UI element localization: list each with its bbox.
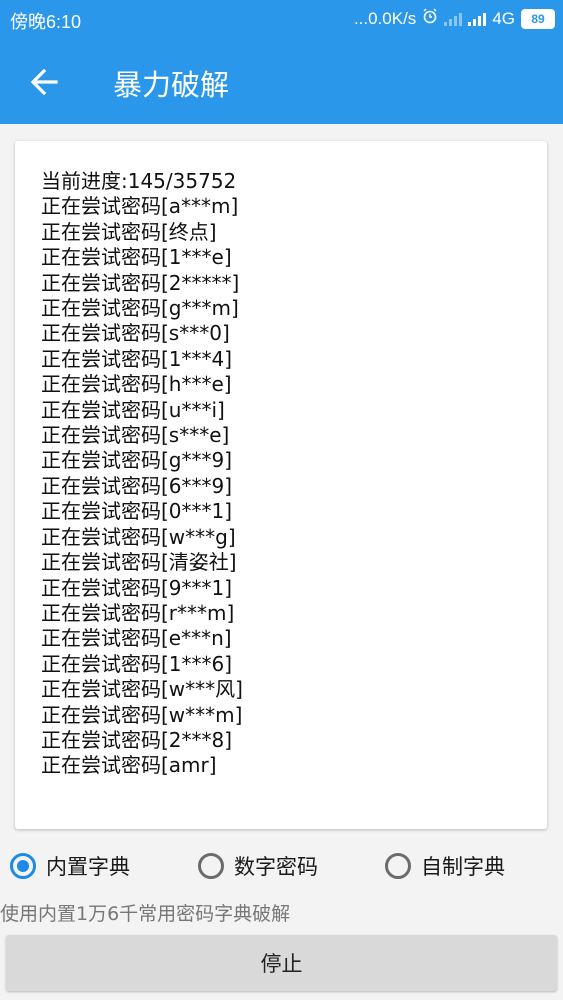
battery-icon: 89 — [521, 8, 555, 29]
signal-icon — [468, 12, 487, 26]
hint-text: 使用内置1万6千常用密码字典破解 — [0, 903, 291, 925]
radio-unchecked-icon — [385, 853, 411, 879]
net-speed: ...0.0K/s — [353, 8, 417, 28]
log-line: 当前进度:145/35752 — [41, 169, 237, 193]
log-line: 正在尝试密码[w***m] — [41, 702, 243, 727]
radio-unchecked-icon — [198, 853, 224, 879]
radio-label: 自制字典 — [421, 855, 505, 879]
status-time: 傍晚6:10 — [10, 12, 82, 32]
network-type: 4G — [492, 8, 515, 28]
log-line: 正在尝试密码[g***9] — [41, 448, 233, 473]
status-icons: ...0.0K/s 4G 89 — [354, 8, 555, 29]
log-line: 正在尝试密码[e***n] — [41, 626, 232, 651]
log-line: 正在尝试密码[s***0] — [41, 321, 230, 346]
dictionary-options: 内置字典 数字密码 自制字典 — [0, 851, 563, 891]
stop-button[interactable]: 停止 — [6, 935, 557, 991]
radio-numeric-password[interactable]: 数字密码 — [198, 851, 318, 881]
log-line: 正在尝试密码[2***8] — [41, 727, 233, 752]
log-line: 正在尝试密码[清姿社] — [41, 550, 237, 575]
alarm-icon — [422, 8, 438, 29]
log-line: 正在尝试密码[s***e] — [41, 423, 230, 448]
status-bar: 傍晚6:10 ...0.0K/s 4G 89 — [0, 0, 563, 38]
log-line: 正在尝试密码[w***g] — [41, 524, 236, 549]
radio-label: 数字密码 — [234, 855, 318, 879]
log-lines: 当前进度:145/35752 正在尝试密码[a***m] 正在尝试密码[终点] 正在尝… — [41, 169, 243, 779]
log-line: 正在尝试密码[amr] — [41, 753, 217, 778]
radio-checked-icon — [10, 853, 36, 879]
log-line: 正在尝试密码[w***风] — [41, 677, 243, 702]
log-line: 正在尝试密码[1***e] — [41, 245, 232, 270]
log-line: 正在尝试密码[g***m] — [41, 296, 239, 321]
log-line: 正在尝试密码[r***m] — [41, 600, 235, 625]
log-line: 正在尝试密码[u***i] — [41, 397, 225, 422]
back-button[interactable] — [26, 62, 66, 102]
page-title: 暴力破解 — [113, 68, 230, 102]
log-line: 正在尝试密码[a***m] — [41, 194, 239, 219]
radio-label: 内置字典 — [46, 855, 130, 879]
log-line: 正在尝试密码[1***6] — [41, 651, 233, 676]
log-line: 正在尝试密码[1***4] — [41, 346, 233, 371]
app-bar: 暴力破解 — [0, 38, 563, 124]
log-line: 正在尝试密码[h***e] — [41, 372, 232, 397]
log-line: 正在尝试密码[终点] — [41, 219, 217, 244]
radio-builtin-dict[interactable]: 内置字典 — [10, 851, 130, 881]
arrow-left-icon — [26, 68, 66, 106]
signal-weak-icon — [444, 12, 463, 26]
log-line: 正在尝试密码[2*****] — [41, 270, 240, 295]
log-panel[interactable]: 当前进度:145/35752 正在尝试密码[a***m] 正在尝试密码[终点] 正在尝… — [15, 141, 547, 829]
log-line: 正在尝试密码[0***1] — [41, 499, 233, 524]
log-line: 正在尝试密码[6***9] — [41, 473, 233, 498]
radio-custom-dict[interactable]: 自制字典 — [385, 851, 505, 881]
log-line: 正在尝试密码[9***1] — [41, 575, 233, 600]
